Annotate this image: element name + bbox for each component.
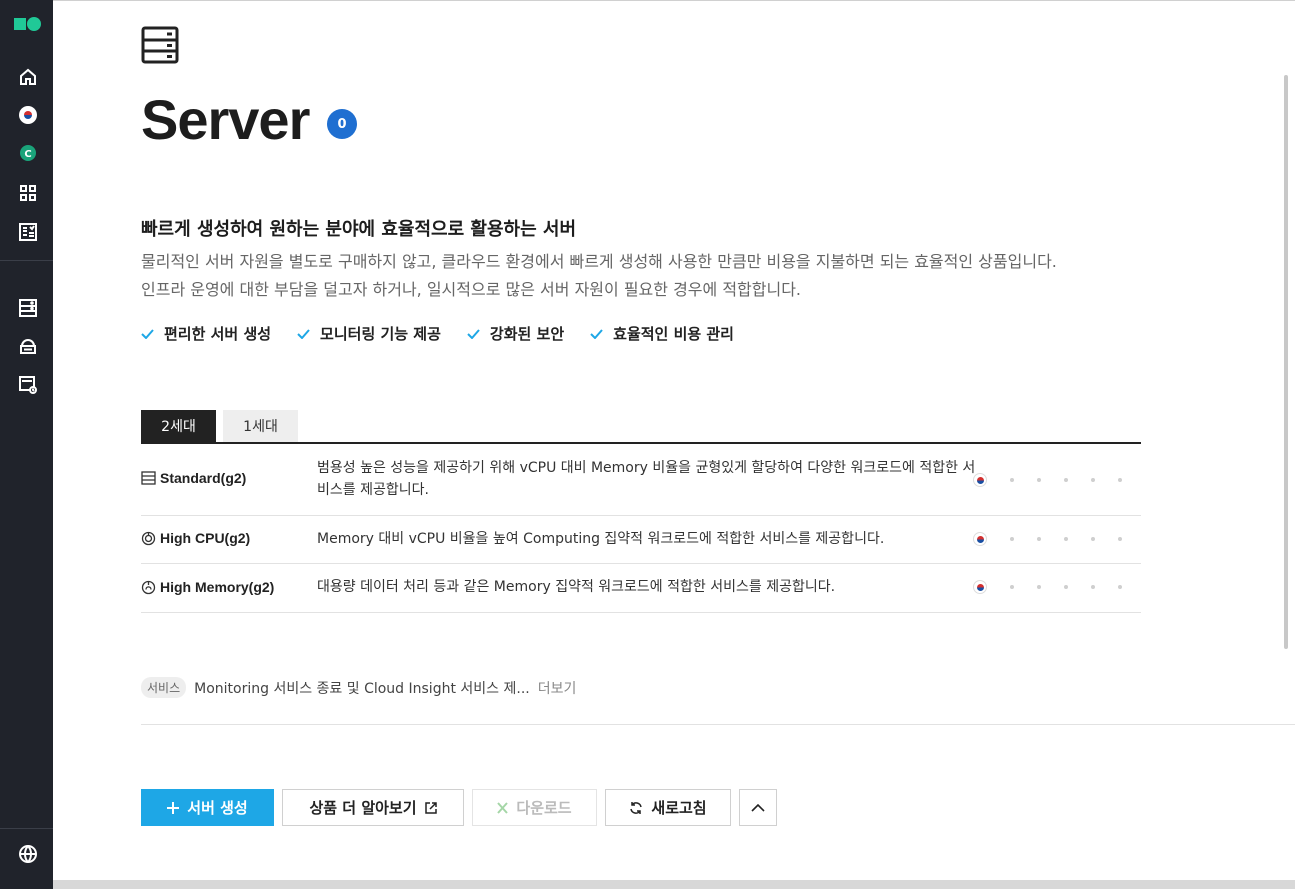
region-dot (1064, 585, 1068, 589)
plus-icon (167, 801, 180, 814)
cpu-icon (141, 531, 156, 545)
region-dot (1091, 478, 1095, 482)
refresh-icon (630, 801, 643, 814)
product-row[interactable]: Standard(g2) 범용성 높은 성능을 제공하기 위해 vCPU 대비 … (141, 444, 1141, 516)
home-icon[interactable] (17, 66, 39, 88)
product-description: 범용성 높은 성능을 제공하기 위해 vCPU 대비 Memory 비율을 균형… (317, 460, 976, 498)
create-server-button[interactable]: 서버 생성 (141, 789, 274, 826)
region-dot (1064, 478, 1068, 482)
region-list (973, 532, 1122, 546)
refresh-button[interactable]: 새로고침 (605, 789, 731, 826)
download-button[interactable]: 다운로드 (472, 789, 597, 826)
check-icon (141, 328, 154, 339)
sidebar-divider (0, 260, 53, 261)
region-dot (1118, 585, 1122, 589)
feature-label: 모니터링 기능 제공 (320, 325, 441, 343)
feature-item: 편리한 서버 생성 (141, 323, 271, 344)
description-line: 물리적인 서버 자원을 별도로 구매하지 않고, 클라우드 환경에서 빠르게 생… (141, 252, 1057, 271)
description-line: 인프라 운영에 대한 부담을 덜고자 하거나, 일시적으로 많은 서버 자원이 … (141, 280, 802, 299)
product-row[interactable]: High CPU(g2) Memory 대비 vCPU 비율을 높여 Compu… (141, 516, 1141, 564)
korea-flag-icon (973, 580, 987, 594)
object-storage-icon[interactable] (17, 335, 39, 357)
monitoring-icon[interactable] (17, 374, 39, 396)
learn-more-button[interactable]: 상품 더 알아보기 (282, 789, 464, 826)
region-list (973, 473, 1122, 487)
dashboard-icon[interactable] (17, 221, 39, 243)
brand-logo[interactable] (14, 17, 42, 31)
product-list: Standard(g2) 범용성 높은 성능을 제공하기 위해 vCPU 대비 … (141, 444, 1141, 613)
section-divider (141, 724, 1295, 725)
region-dot (1010, 537, 1014, 541)
download-label: 다운로드 (516, 799, 572, 817)
product-row[interactable]: High Memory(g2) 대용량 데이터 처리 등과 같은 Memory … (141, 564, 1141, 613)
globe-icon[interactable] (17, 843, 39, 865)
product-name[interactable]: High CPU(g2) (141, 530, 250, 546)
chevron-up-icon (751, 803, 765, 812)
create-server-label: 서버 생성 (187, 799, 248, 817)
korea-flag-icon (973, 473, 987, 487)
collapse-button[interactable] (739, 789, 777, 826)
region-list (973, 580, 1122, 594)
service-notice: 서비스 Monitoring 서비스 종료 및 Cloud Insight 서비… (141, 677, 576, 698)
notice-text[interactable]: Monitoring 서비스 종료 및 Cloud Insight 서비스 제.… (194, 678, 530, 698)
product-description: Memory 대비 vCPU 비율을 높여 Computing 집약적 워크로드… (317, 531, 885, 547)
region-dot (1091, 537, 1095, 541)
region-dot (1037, 478, 1041, 482)
region-dot (1037, 537, 1041, 541)
feature-label: 편리한 서버 생성 (164, 325, 272, 343)
region-dot (1010, 585, 1014, 589)
product-name[interactable]: High Memory(g2) (141, 579, 274, 595)
excel-icon (497, 801, 509, 814)
product-name-label: High CPU(g2) (160, 530, 251, 546)
korea-flag-icon (973, 532, 987, 546)
region-dot (1091, 585, 1095, 589)
feature-item: 모니터링 기능 제공 (297, 323, 441, 344)
notice-tag: 서비스 (141, 677, 187, 698)
description: 물리적인 서버 자원을 별도로 구매하지 않고, 클라우드 환경에서 빠르게 생… (141, 248, 1057, 304)
headline: 빠르게 생성하여 원하는 분야에 효율적으로 활용하는 서버 (141, 219, 577, 240)
memory-icon (141, 580, 156, 594)
sidebar-divider (0, 828, 53, 829)
region-dot (1064, 537, 1068, 541)
tab-gen2[interactable]: 2세대 (141, 410, 216, 442)
feature-list: 편리한 서버 생성 모니터링 기능 제공 강화된 보안 효율적인 비용 관리 (141, 323, 734, 344)
workspace-letter: C (24, 149, 31, 160)
region-flag-icon[interactable] (17, 104, 39, 126)
region-dot (1118, 537, 1122, 541)
external-link-icon (424, 801, 437, 814)
all-services-icon[interactable] (17, 182, 39, 204)
feature-item: 효율적인 비용 관리 (590, 323, 734, 344)
notice-more-link[interactable]: 더보기 (538, 678, 577, 698)
scrollbar[interactable] (1284, 75, 1288, 649)
server-stack-icon (141, 471, 156, 485)
check-icon (297, 328, 310, 339)
main-content: Server 0 빠르게 생성하여 원하는 분야에 효율적으로 활용하는 서버 … (53, 0, 1295, 880)
product-name-label: Standard(g2) (160, 470, 247, 486)
feature-item: 강화된 보안 (467, 323, 564, 344)
server-stack-icon (141, 26, 181, 66)
feature-label: 효율적인 비용 관리 (613, 325, 734, 343)
generation-tabs: 2세대 1세대 (141, 410, 1141, 444)
check-icon (590, 328, 603, 339)
feature-label: 강화된 보안 (489, 325, 565, 343)
sidebar: C (0, 0, 53, 889)
region-dot (1010, 478, 1014, 482)
check-icon (467, 328, 480, 339)
page-title: Server (141, 88, 310, 151)
region-dot (1118, 478, 1122, 482)
product-name[interactable]: Standard(g2) (141, 470, 246, 486)
product-description: 대용량 데이터 처리 등과 같은 Memory 집약적 워크로드에 적합한 서비… (317, 579, 836, 595)
window-bottom-edge (53, 880, 1295, 889)
region-dot (1037, 585, 1041, 589)
workspace-avatar[interactable]: C (17, 142, 39, 164)
server-icon[interactable] (17, 297, 39, 319)
product-name-label: High Memory(g2) (160, 579, 275, 595)
learn-more-label: 상품 더 알아보기 (309, 799, 417, 817)
refresh-label: 새로고침 (651, 799, 707, 817)
tab-gen1[interactable]: 1세대 (223, 410, 298, 442)
count-badge: 0 (327, 109, 357, 139)
action-bar: 서버 생성 상품 더 알아보기 다운로드 새로고침 (141, 789, 777, 826)
